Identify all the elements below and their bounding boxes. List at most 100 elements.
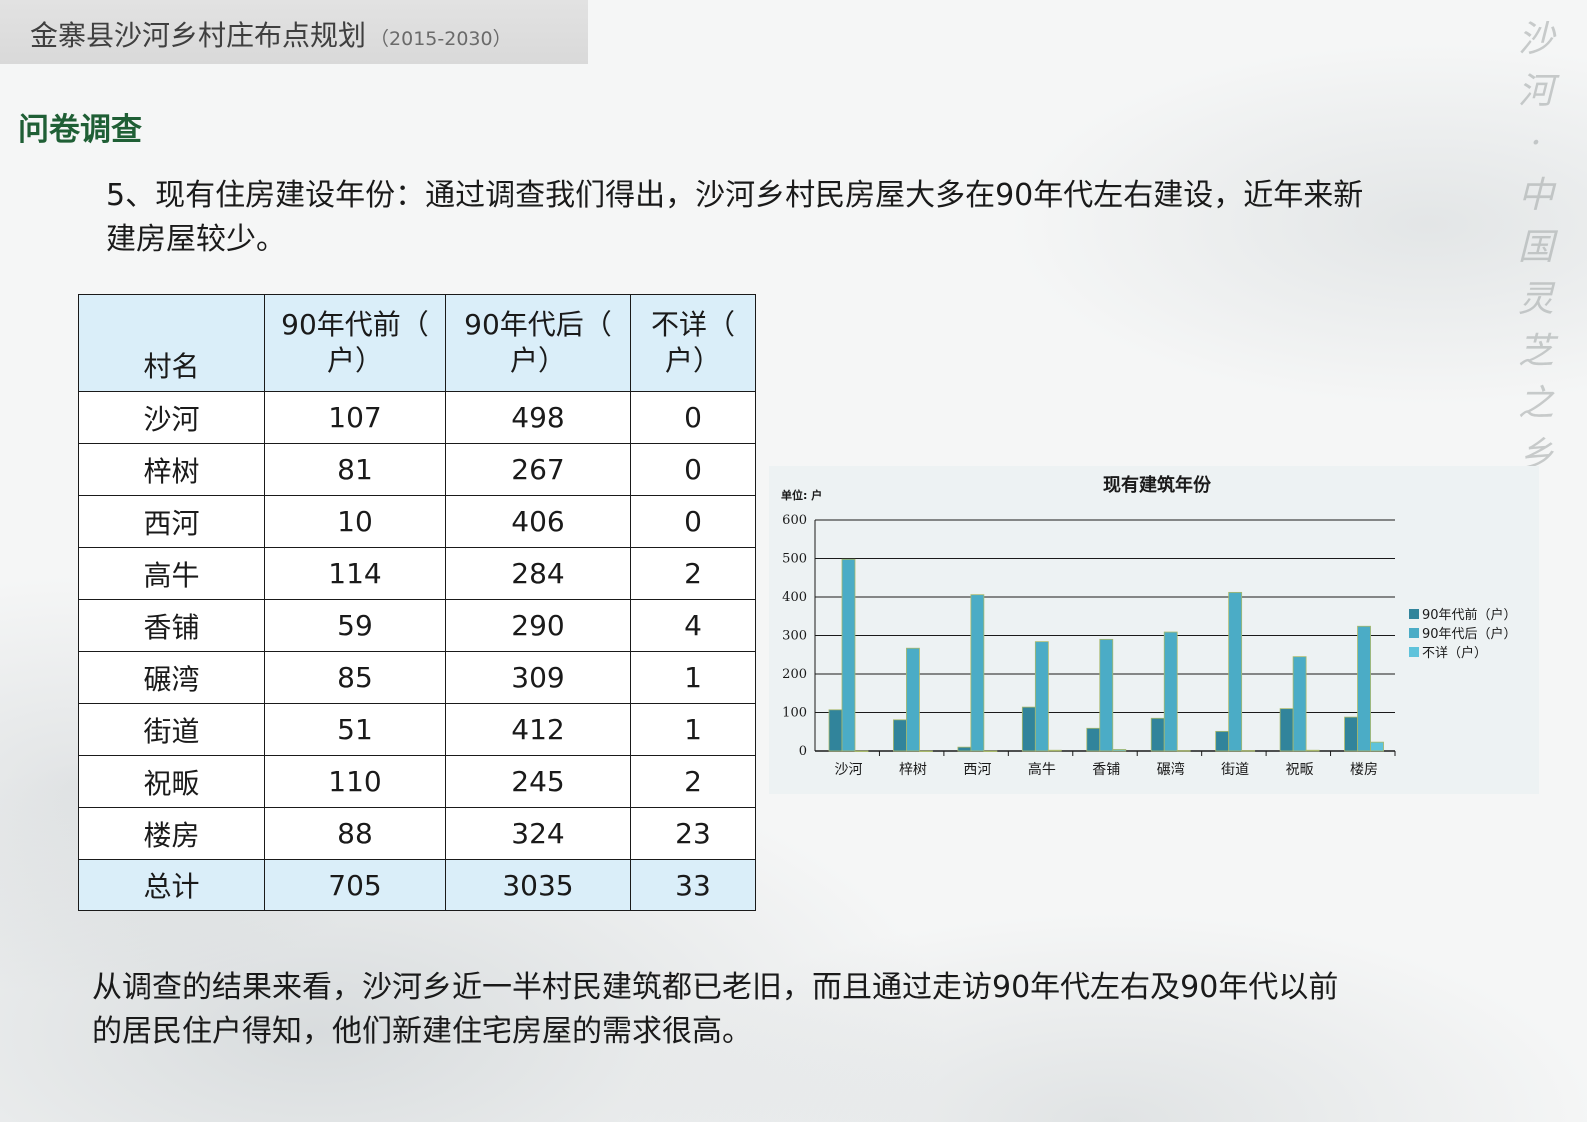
bar-chart-panel: 现有建筑年份 单位: 户 0 100 200 300 400 500 600 沙河 梓树 西河 高牛 香铺…	[769, 466, 1539, 794]
village-name: 高牛	[78, 547, 265, 600]
x-tick-label: 梓树	[899, 762, 927, 778]
chart-bar	[1279, 708, 1294, 752]
bar-chart: 现有建筑年份单位: 户 0 100 200 300 400 500 600 沙河 梓树 西河 高牛 香铺…	[781, 474, 1517, 778]
side-char: 沙	[1517, 19, 1554, 60]
chart-bar	[1099, 638, 1114, 752]
intro-paragraph: 5、现有住房建设年份：通过调查我们得出，沙河乡村民房屋大多在90年代左右建设，近…	[106, 178, 1364, 257]
y-tick-label: 0	[799, 744, 807, 759]
unknown-count: 2	[630, 547, 756, 600]
table-row: 西河 10 406 0	[78, 495, 756, 548]
legend-swatch	[1409, 647, 1419, 657]
x-tick-label: 香铺	[1092, 762, 1120, 778]
y-tick-label: 600	[782, 513, 807, 528]
header-line: 户）	[326, 344, 383, 377]
post-90s-count: 267	[445, 443, 631, 496]
title-text: 金寨县沙河乡村庄布点规划	[30, 19, 367, 52]
side-calligraphy: 沙河 · 中国灵芝之乡	[1512, 14, 1560, 482]
unknown-count: 1	[630, 703, 756, 756]
side-char: 国	[1517, 227, 1554, 268]
chart-bar	[1357, 625, 1371, 752]
header-line: 90年代后（	[464, 308, 612, 341]
pre-90s-count: 88	[264, 807, 446, 860]
post-90s-count: 406	[445, 495, 631, 548]
y-tick-label: 100	[782, 706, 807, 721]
chart-bar	[1241, 750, 1256, 752]
chart-bar	[1370, 741, 1384, 752]
unknown-count: 4	[630, 599, 756, 652]
pre-90s-count: 10	[264, 495, 446, 548]
pre-90s-count: 110	[264, 755, 446, 808]
chart-bar	[983, 750, 998, 753]
village-name: 楼房	[78, 807, 265, 860]
x-tick-label: 沙河	[835, 762, 863, 778]
table-row: 梓树 81 267 0	[78, 443, 756, 496]
chart-bar	[1021, 706, 1036, 752]
chart-bar	[1034, 641, 1049, 752]
table-row: 沙河 107 498 0	[78, 391, 756, 444]
pre-90s-count: 107	[264, 391, 446, 444]
post-90s-count: 309	[445, 651, 631, 704]
post-90s-count: 290	[445, 599, 631, 652]
village-name: 西河	[78, 495, 265, 548]
y-tick-label: 500	[782, 552, 807, 567]
header-line: 90年代前（	[281, 308, 429, 341]
post-90s-count: 284	[445, 547, 631, 600]
pre-90s-count: 85	[264, 651, 446, 704]
header-unknown: 不详（ 户）	[630, 294, 756, 392]
chart-bar	[1150, 717, 1165, 752]
village-name: 沙河	[78, 391, 265, 444]
legend-swatch	[1409, 609, 1419, 619]
side-char: 灵	[1517, 279, 1554, 320]
table-row: 碾湾 85 309 1	[78, 651, 756, 704]
document-title: 金寨县沙河乡村庄布点规划 （2015-2030）	[30, 14, 512, 54]
village-name: 祝畈	[78, 755, 265, 808]
y-tick-label: 200	[782, 667, 807, 682]
chart-title: 现有建筑年份	[1103, 474, 1212, 496]
pre-90s-count: 81	[264, 443, 446, 496]
survey-table: 村名 90年代前（ 户） 90年代后（ 户） 不详（ 户） 沙河 107 498 0 梓树 81…	[78, 294, 756, 911]
side-char: 芝	[1517, 331, 1554, 372]
legend-label: 90年代前（户）	[1422, 607, 1517, 623]
x-tick-label: 街道	[1221, 762, 1249, 778]
conclusion-paragraph: 从调查的结果来看，沙河乡近一半村民建筑都已老旧，而且通过走访90年代左右及90年…	[92, 970, 1339, 1049]
side-char: ·	[1530, 123, 1542, 164]
header-line: 户）	[664, 344, 721, 377]
table-row: 街道 51 412 1	[78, 703, 756, 756]
header-post-90s: 90年代后（ 户）	[445, 294, 631, 392]
legend-label: 90年代后（户）	[1422, 626, 1517, 642]
x-tick-label: 高牛	[1028, 761, 1056, 778]
table-row: 祝畈 110 245 2	[78, 755, 756, 808]
chart-bar	[1047, 749, 1062, 752]
x-tick-label: 祝畈	[1286, 762, 1314, 778]
village-name: 街道	[78, 703, 265, 756]
total-post-90s: 3035	[445, 859, 631, 911]
unknown-count: 23	[630, 807, 756, 860]
post-90s-count: 498	[445, 391, 631, 444]
chart-bar	[841, 558, 856, 752]
pre-90s-count: 59	[264, 599, 446, 652]
unknown-count: 1	[630, 651, 756, 704]
total-pre-90s: 705	[264, 859, 446, 911]
chart-bar	[1176, 750, 1191, 752]
total-unknown: 33	[630, 859, 756, 911]
chart-bar	[828, 709, 843, 752]
chart-bar	[957, 746, 972, 752]
chart-bar	[1305, 749, 1320, 752]
header-line: 不详（	[650, 308, 735, 341]
post-90s-count: 324	[445, 807, 631, 860]
table-header-row: 村名 90年代前（ 户） 90年代后（ 户） 不详（ 户）	[78, 294, 756, 392]
unknown-count: 2	[630, 755, 756, 808]
header-pre-90s: 90年代前（ 户）	[264, 294, 446, 392]
chart-bar	[893, 719, 907, 752]
table-row: 香铺 59 290 4	[78, 599, 756, 652]
x-tick-label: 西河	[963, 762, 991, 778]
x-tick-label: 碾湾	[1157, 761, 1185, 778]
x-tick-label: 楼房	[1350, 762, 1378, 778]
header-village: 村名	[78, 294, 265, 392]
total-label: 总计	[78, 859, 265, 911]
chart-bar	[1215, 730, 1230, 752]
unknown-count: 0	[630, 443, 756, 496]
village-name: 梓树	[78, 443, 265, 496]
side-char: 河	[1517, 71, 1554, 112]
chart-bar	[1086, 727, 1101, 752]
